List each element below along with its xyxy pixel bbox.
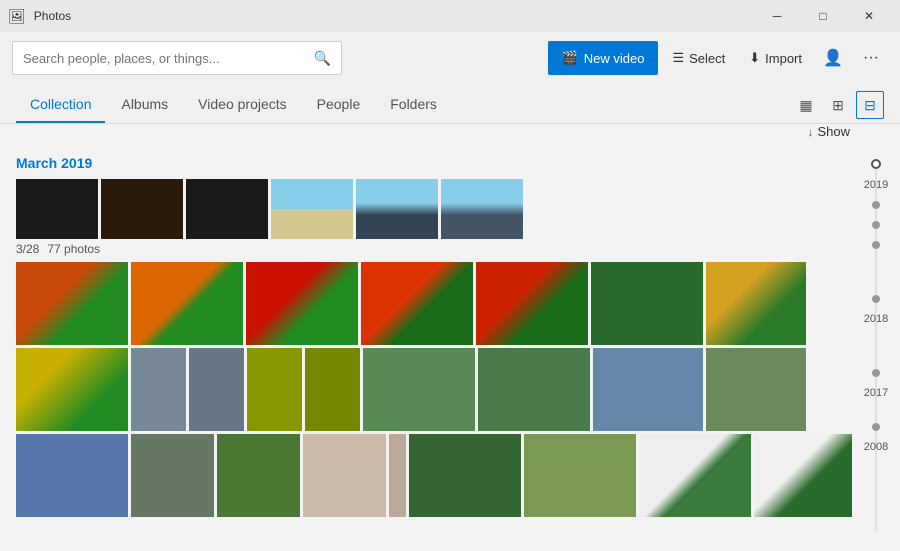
title-bar: 🖼 Photos ─ □ ✕ (0, 0, 900, 32)
subheader-count: 77 photos (47, 242, 100, 256)
select-icon: ☰ (672, 50, 684, 66)
timeline-sidebar: 2019 2018 2017 2008 (852, 143, 900, 551)
mixed-row-2 (16, 348, 836, 431)
photo-thumb[interactable] (16, 262, 128, 345)
photo-thumb[interactable] (16, 348, 128, 431)
photo-thumb[interactable] (303, 434, 386, 517)
toolbar-actions: 🎬 New video ☰ Select ⬇ Import 👤 ··· (548, 41, 888, 75)
timeline-year-2018[interactable]: 2018 (864, 313, 888, 325)
photo-thumb[interactable] (356, 179, 438, 239)
maximize-button[interactable]: □ (800, 0, 846, 32)
photo-thumb[interactable] (754, 434, 852, 517)
photo-thumb[interactable] (363, 348, 475, 431)
import-icon: ⬇ (749, 50, 760, 66)
show-label[interactable]: Show (817, 124, 850, 139)
app-title: Photos (34, 9, 71, 23)
timeline-dot-mid6[interactable] (872, 423, 880, 431)
view-detail-button[interactable]: ⊟ (856, 91, 884, 119)
view-large-button[interactable]: ⊞ (824, 91, 852, 119)
close-button[interactable]: ✕ (846, 0, 892, 32)
photo-thumb[interactable] (271, 179, 353, 239)
nav-tabs-list: Collection Albums Video projects People … (16, 87, 453, 123)
photo-thumb[interactable] (361, 262, 473, 345)
sort-icon: ↓ (807, 125, 813, 139)
timeline-dot-mid5[interactable] (872, 369, 880, 377)
photo-thumb[interactable] (246, 262, 358, 345)
timeline-dot-mid3[interactable] (872, 241, 880, 249)
timeline-year-2017[interactable]: 2017 (864, 387, 888, 399)
show-row: ↓ Show (0, 124, 900, 139)
view-grid-button[interactable]: ▦ (792, 91, 820, 119)
photo-area: March 2019 3/28 77 photos (0, 143, 852, 551)
new-video-button[interactable]: 🎬 New video (548, 41, 659, 75)
minimize-button[interactable]: ─ (754, 0, 800, 32)
photo-thumb[interactable] (389, 434, 406, 517)
photo-thumb[interactable] (478, 348, 590, 431)
photo-group-march-2019: March 2019 3/28 77 photos (16, 155, 836, 517)
photo-thumb[interactable] (131, 348, 186, 431)
photo-thumb[interactable] (16, 434, 128, 517)
photo-thumb[interactable] (305, 348, 360, 431)
photo-thumb[interactable] (247, 348, 302, 431)
flower-row-1 (16, 262, 836, 345)
photo-thumb[interactable] (189, 348, 244, 431)
tab-video-projects[interactable]: Video projects (184, 87, 300, 123)
tab-folders[interactable]: Folders (376, 87, 451, 123)
timeline-dot-mid4[interactable] (872, 295, 880, 303)
tab-collection[interactable]: Collection (16, 87, 105, 123)
main-content: March 2019 3/28 77 photos (0, 143, 900, 551)
timeline-dot-mid2[interactable] (872, 221, 880, 229)
photo-subheader: 3/28 77 photos (16, 242, 836, 256)
photo-thumb[interactable] (186, 179, 268, 239)
mixed-row-3 (16, 434, 836, 517)
photo-thumb[interactable] (409, 434, 521, 517)
timeline-dot-mid1[interactable] (872, 201, 880, 209)
photo-thumb[interactable] (131, 262, 243, 345)
photo-thumb[interactable] (524, 434, 636, 517)
photo-thumb[interactable] (476, 262, 588, 345)
import-button[interactable]: ⬇ Import (739, 41, 812, 75)
search-icon[interactable]: 🔍 (314, 50, 331, 67)
photo-thumb[interactable] (639, 434, 751, 517)
photo-thumb[interactable] (706, 262, 806, 345)
timeline-year-2008[interactable]: 2008 (864, 441, 888, 453)
subheader-date: 3/28 (16, 242, 39, 256)
select-button[interactable]: ☰ Select (662, 41, 735, 75)
section-date-label: March 2019 (16, 155, 836, 171)
photo-thumb[interactable] (16, 179, 98, 239)
tab-people[interactable]: People (303, 87, 375, 123)
nav-tabs: Collection Albums Video projects People … (0, 84, 900, 124)
app-title-area: 🖼 Photos (8, 8, 71, 25)
timeline-year-2019[interactable]: 2019 (864, 179, 888, 191)
photo-row-top (16, 179, 836, 239)
photo-thumb[interactable] (706, 348, 806, 431)
photo-thumb[interactable] (593, 348, 703, 431)
photo-thumb[interactable] (217, 434, 300, 517)
photo-thumb[interactable] (591, 262, 703, 345)
timeline-line (876, 163, 877, 531)
search-input[interactable] (23, 51, 314, 66)
toolbar: 🔍 🎬 New video ☰ Select ⬇ Import 👤 ··· (0, 32, 900, 84)
window-controls: ─ □ ✕ (754, 0, 892, 32)
photo-thumb[interactable] (441, 179, 523, 239)
video-icon: 🎬 (562, 50, 578, 66)
photo-thumb[interactable] (101, 179, 183, 239)
photo-thumb[interactable] (131, 434, 214, 517)
more-options-button[interactable]: ··· (854, 41, 888, 75)
view-controls: ▦ ⊞ ⊟ (792, 91, 884, 123)
tab-albums[interactable]: Albums (107, 87, 182, 123)
search-box[interactable]: 🔍 (12, 41, 342, 75)
timeline-dot-2019[interactable] (871, 159, 881, 169)
profile-button[interactable]: 👤 (816, 41, 850, 75)
